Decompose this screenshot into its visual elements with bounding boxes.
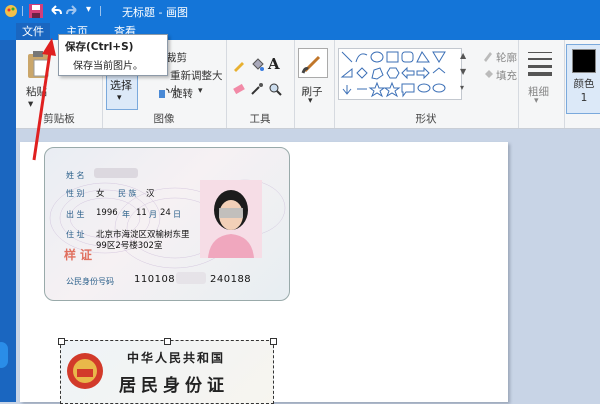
id-back-subtitle: 居民身份证 xyxy=(119,376,229,396)
brushes-group: 刷子 ▾ xyxy=(294,40,335,128)
magnifier-icon[interactable] xyxy=(268,82,282,96)
eraser-icon[interactable] xyxy=(232,82,246,96)
customize-quick-access-icon[interactable]: ▾ xyxy=(86,4,91,15)
id-address-line2: 99区2号楼302室 xyxy=(96,241,163,251)
id-birth-year: 1996 xyxy=(96,208,118,218)
shapes-group: ▲ ▼ ▾ 轮廓 填充 形状 xyxy=(334,40,519,128)
size-dropdown-icon[interactable]: ▾ xyxy=(534,96,539,106)
id-name-label: 姓 名 xyxy=(66,171,85,180)
size-icon[interactable] xyxy=(526,48,554,76)
save-tooltip: 保存(Ctrl+S) 保存当前图片。 xyxy=(58,34,168,76)
select-button[interactable]: 选择 ▾ xyxy=(106,72,138,110)
id-birth-label: 出 生 xyxy=(66,210,85,219)
redo-icon[interactable] xyxy=(66,4,80,18)
select-label: 选择 xyxy=(110,79,132,92)
rotate-dropdown-icon[interactable]: ▾ xyxy=(198,86,203,96)
id-sex-label: 性 别 xyxy=(66,189,85,198)
tools-group-label: 工具 xyxy=(249,113,271,125)
tools-group: A 工具 xyxy=(226,40,295,128)
pencil-icon[interactable] xyxy=(232,58,246,72)
id-day-unit: 日 xyxy=(173,210,181,219)
undo-icon[interactable] xyxy=(48,4,62,18)
fill-bucket-icon[interactable] xyxy=(250,58,264,72)
shapes-group-label: 形状 xyxy=(415,113,437,125)
rotate-button[interactable]: 旋转 xyxy=(172,86,193,101)
outline-button[interactable]: 轮廓 xyxy=(496,50,517,65)
id-number-prefix: 110108 xyxy=(134,274,176,285)
id-month-unit: 月 xyxy=(149,210,157,219)
crop-button[interactable]: 裁剪 xyxy=(166,50,187,65)
shapes-gallery-icons[interactable] xyxy=(339,49,461,99)
brush-icon[interactable] xyxy=(298,48,328,78)
fill-button[interactable]: 填充 xyxy=(496,68,517,83)
id-ethnicity-value: 汉 xyxy=(146,189,155,199)
image-group-label: 图像 xyxy=(153,113,175,125)
window-title: 无标题 - 画图 xyxy=(122,6,188,19)
id-sex-value: 女 xyxy=(96,189,105,199)
fill-icon[interactable] xyxy=(482,68,494,80)
color-picker-icon[interactable] xyxy=(250,82,264,96)
brushes-dropdown-icon[interactable]: ▾ xyxy=(308,96,313,106)
select-dropdown-icon[interactable]: ▾ xyxy=(117,93,122,103)
id-ethnicity-label: 民 族 xyxy=(118,189,137,198)
color1-swatch xyxy=(572,49,596,73)
shapes-scroll[interactable]: ▲ ▼ ▾ xyxy=(460,48,468,98)
id-number-suffix: 240188 xyxy=(210,274,252,285)
tooltip-title: 保存(Ctrl+S) xyxy=(65,41,134,53)
id-address-label: 住 址 xyxy=(66,230,85,239)
id-number-redaction xyxy=(176,272,206,284)
sample-stamp: 样证 xyxy=(64,248,97,262)
rotate-icon[interactable] xyxy=(158,87,170,99)
id-birth-month: 11 xyxy=(136,208,147,218)
selection-handle[interactable] xyxy=(270,338,277,345)
selection-handle[interactable] xyxy=(164,338,171,345)
id-birth-day: 24 xyxy=(160,208,171,218)
title-bar: ▾ 无标题 - 画图 xyxy=(0,0,600,22)
side-handle[interactable] xyxy=(0,342,8,368)
size-group: 粗细 ▾ xyxy=(518,40,565,128)
shapes-gallery[interactable] xyxy=(338,48,462,100)
tooltip-description: 保存当前图片。 xyxy=(73,61,143,72)
id-back-title: 中华人民共和国 xyxy=(127,351,226,365)
text-tool-icon[interactable]: A xyxy=(268,55,280,73)
national-emblem-icon xyxy=(67,353,103,389)
outline-icon[interactable] xyxy=(482,50,494,62)
color1-group: 颜色 1 xyxy=(564,40,600,128)
color1-button[interactable]: 颜色 1 xyxy=(566,44,600,114)
id-year-unit: 年 xyxy=(122,210,130,219)
save-icon[interactable] xyxy=(28,3,44,19)
paint-app-icon xyxy=(5,5,17,17)
id-photo xyxy=(200,180,262,258)
color1-label: 颜色 1 xyxy=(573,78,595,104)
portrait-image xyxy=(200,180,262,258)
name-redaction xyxy=(94,168,138,178)
selection-handle[interactable] xyxy=(58,338,65,345)
annotation-arrow xyxy=(32,38,56,161)
id-card-back[interactable]: 中华人民共和国 居民身份证 xyxy=(58,338,277,404)
id-number-label: 公民身份号码 xyxy=(66,277,114,286)
